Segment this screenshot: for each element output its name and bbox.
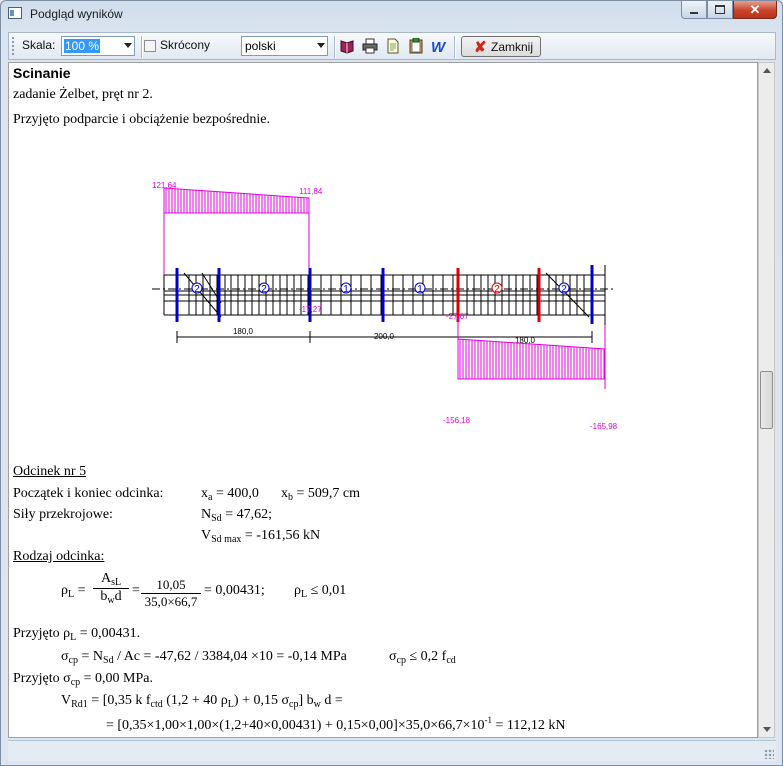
- axial-force: NSd = 47,62;: [201, 507, 272, 524]
- vertical-scrollbar[interactable]: [758, 62, 775, 738]
- rho-fraction-symbolic: AsL bwd: [93, 571, 129, 606]
- segment-type-title: Rodzaj odcinka:: [13, 549, 105, 564]
- caption-buttons: ✕: [681, 1, 777, 21]
- chevron-down-icon: [317, 43, 325, 48]
- toolbar-grip[interactable]: [12, 37, 14, 55]
- segment-range-label: Początek i koniec odcinka:: [13, 486, 164, 501]
- close-button-label: Zamknij: [491, 40, 534, 54]
- sigma-adopted: Przyjęto σcp = 0,00 MPa.: [13, 671, 153, 688]
- window-title: Podgląd wyników: [30, 7, 123, 21]
- report-content[interactable]: Scinanie zadanie Żelbet, pręt nr 2. Przy…: [8, 62, 758, 738]
- shear-value-top-right: 111,84: [299, 187, 323, 196]
- chevron-down-icon: [124, 43, 132, 48]
- print-icon[interactable]: [362, 38, 378, 54]
- sigma-limit: σcp ≤ 0,2 fcd: [389, 649, 456, 666]
- zone-label: 1: [417, 284, 423, 295]
- shear-value-mid-left: -17,27: [299, 305, 322, 314]
- scale-dropdown[interactable]: 100 %: [61, 36, 135, 56]
- minimize-button[interactable]: [681, 1, 707, 19]
- rho-result: = 0,00431;: [204, 583, 265, 598]
- zone-label: 2: [494, 284, 500, 295]
- title-bar[interactable]: Podgląd wyników ✕: [1, 1, 782, 27]
- language-dropdown[interactable]: polski: [241, 36, 328, 56]
- window-close-button[interactable]: ✕: [733, 1, 777, 19]
- shear-value-bottom-right: -165,98: [590, 422, 618, 431]
- maximize-button[interactable]: [707, 1, 733, 19]
- dimension-2: 200,0: [374, 332, 395, 341]
- word-export-icon[interactable]: W: [431, 38, 447, 54]
- toolbar-separator: [334, 36, 336, 58]
- compact-checkbox[interactable]: [144, 40, 156, 52]
- language-value: polski: [245, 39, 276, 53]
- scroll-up-icon[interactable]: [763, 68, 771, 73]
- shear-force: VSd max = -161,56 kN: [201, 528, 321, 545]
- shear-value-bottom-left: -156,18: [443, 416, 471, 425]
- shear-value-top-left: 121,64: [152, 181, 177, 190]
- forces-label: Siły przekrojowe:: [13, 507, 113, 522]
- rho-limit: ρL ≤ 0,01: [294, 583, 347, 600]
- maximize-icon: [715, 5, 725, 14]
- toolbar-separator: [141, 36, 143, 58]
- vrd-formula: VRd1 = [0,35 k fctd (1,2 + 40 ρL) + 0,15…: [61, 693, 343, 710]
- segment-title: Odcinek nr 5: [13, 464, 87, 479]
- dimension-1: 180,0: [233, 327, 254, 336]
- scale-label: Skala:: [22, 38, 56, 52]
- zone-label: 1: [343, 284, 349, 295]
- window-icon: [8, 7, 22, 19]
- close-icon: ✕: [749, 1, 761, 17]
- rho-fraction-numeric: 10,05 35,0×66,7: [141, 577, 201, 610]
- toolbar-separator: [454, 36, 456, 58]
- compact-label: Skrócony: [160, 38, 211, 52]
- sigma-formula: σcp = NSd / Ac = -47,62 / 3384,04 ×10 = …: [61, 649, 347, 666]
- zone-label: 2: [261, 284, 267, 295]
- close-button[interactable]: ✘ Zamknij: [461, 36, 541, 57]
- toolbar: Skala: 100 % Skrócony polski W ✘ Zamknij: [8, 32, 776, 60]
- scroll-thumb[interactable]: [760, 371, 773, 429]
- equals-sign: =: [132, 583, 140, 598]
- book-icon[interactable]: [339, 38, 355, 54]
- segment-end: xb = 509,7 cm: [281, 486, 360, 503]
- rho-symbol: ρL =: [61, 583, 86, 600]
- scale-value: 100 %: [64, 39, 101, 53]
- close-x-icon: ✘: [474, 39, 487, 56]
- scroll-down-icon[interactable]: [763, 727, 771, 732]
- svg-text:W: W: [431, 39, 447, 54]
- shear-diagram: 121,64 111,84 2 2 1 1 2 2 -17,27 -27,07 …: [152, 181, 618, 431]
- zone-label: 2: [194, 284, 200, 295]
- status-bar: [8, 740, 776, 761]
- segment-start: xa = 400,0: [201, 486, 259, 503]
- page-icon[interactable]: [385, 38, 401, 54]
- vrd-values: = [0,35×1,00×1,00×(1,2+40×0,00431) + 0,1…: [106, 715, 566, 733]
- zone-label: 2: [561, 284, 567, 295]
- rho-adopted: Przyjęto ρL = 0,00431.: [13, 626, 141, 643]
- minimize-icon: [690, 11, 698, 14]
- resize-grip-icon[interactable]: [764, 749, 774, 759]
- preview-window: Podgląd wyników ✕ Skala: 100 % Skrócony …: [0, 0, 783, 766]
- clipboard-icon[interactable]: [408, 38, 424, 54]
